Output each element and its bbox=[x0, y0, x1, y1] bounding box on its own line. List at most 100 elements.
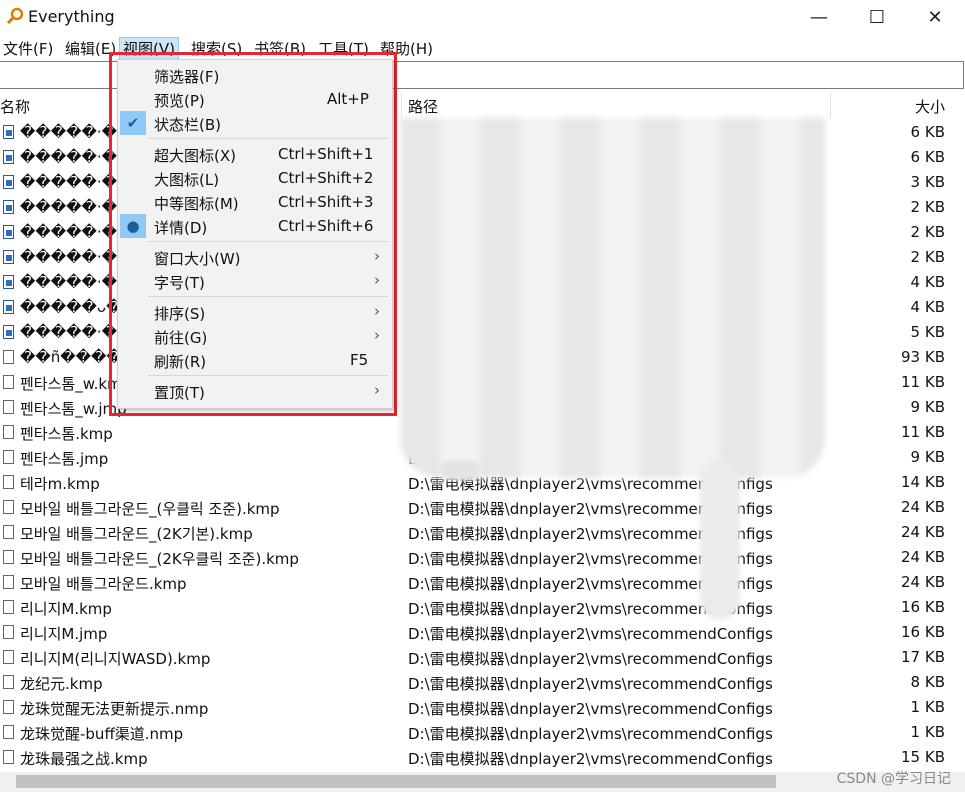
file-icon bbox=[3, 725, 14, 739]
horizontal-scrollbar[interactable] bbox=[0, 772, 965, 792]
menu-item[interactable]: 文件(F) bbox=[0, 38, 56, 60]
file-size: 24 KB bbox=[901, 498, 945, 516]
image-file-icon bbox=[3, 300, 14, 314]
table-row[interactable]: 리니지M.kmp D:\雷电模拟器\dnplayer2\vms\recommend… bbox=[0, 595, 965, 620]
view-menu-item-label: 中等图标(M) bbox=[154, 195, 239, 213]
view-menu-item[interactable]: 预览(P) Alt+P bbox=[118, 87, 392, 111]
file-size: 4 KB bbox=[910, 273, 945, 291]
maximize-button[interactable]: ☐ bbox=[848, 0, 906, 34]
view-menu-item[interactable]: 刷新(R) F5 bbox=[118, 348, 392, 372]
file-name: 모바일 배틀그라운드_(2K우클릭 조준).kmp bbox=[20, 550, 299, 568]
table-row[interactable]: 모바일 배틀그라운드_(우클릭 조준).kmp D:\雷电模拟器\dnplayer… bbox=[0, 495, 965, 520]
file-name: 龙纪元.kmp bbox=[20, 675, 103, 693]
menu-separator bbox=[148, 138, 388, 139]
file-icon bbox=[3, 425, 14, 439]
table-row[interactable]: 모바일 배틀그라운드.kmp D:\雷电模拟器\dnplayer2\vms\rec… bbox=[0, 570, 965, 595]
view-menu-item-shortcut: Ctrl+Shift+2 bbox=[278, 169, 374, 187]
file-path: D:\雷电模拟器\dnplayer2\vms\recommendConfigs bbox=[408, 725, 773, 743]
chevron-right-icon: › bbox=[374, 271, 380, 289]
file-name: 리니지M.kmp bbox=[20, 600, 112, 618]
file-icon bbox=[3, 475, 14, 489]
file-size: 24 KB bbox=[901, 548, 945, 566]
view-menu-dropdown: 筛选器(F) 预览(P) Alt+P ✔ 状态栏(B) 超大图标(X) Ctrl+Shift… bbox=[117, 59, 393, 409]
file-path: D:\雷电模拟器\dnplayer2\vms\recommendConfigs bbox=[408, 700, 773, 718]
view-menu-item[interactable]: 超大图标(X) Ctrl+Shift+1 bbox=[118, 142, 392, 166]
view-menu-item[interactable]: 窗口大小(W) › bbox=[118, 245, 392, 269]
file-size: 11 KB bbox=[901, 373, 945, 391]
file-name: 龙珠觉醒-buff渠道.nmp bbox=[20, 725, 184, 743]
view-menu-item-label: 详情(D) bbox=[154, 219, 208, 237]
view-menu-item-label: 筛选器(F) bbox=[154, 68, 220, 86]
column-header-size[interactable]: 大小 bbox=[915, 96, 945, 117]
file-size: 9 KB bbox=[910, 398, 945, 416]
view-menu-item-label: 窗口大小(W) bbox=[154, 250, 241, 268]
file-size: 11 KB bbox=[901, 423, 945, 441]
close-button[interactable]: ✕ bbox=[906, 0, 964, 34]
view-menu-item[interactable]: 字号(T) › bbox=[118, 269, 392, 293]
table-row[interactable]: 리니지M(리니지WASD).kmp D:\雷电模拟器\dnplayer2\vms\… bbox=[0, 645, 965, 670]
window-title: Everything bbox=[28, 7, 115, 26]
file-size: 9 KB bbox=[910, 448, 945, 466]
view-menu-item[interactable]: 置顶(T) › bbox=[118, 379, 392, 403]
view-menu-item[interactable]: 筛选器(F) bbox=[118, 63, 392, 87]
magnifier-app-icon bbox=[6, 7, 24, 25]
file-icon bbox=[3, 500, 14, 514]
view-menu-item[interactable]: 中等图标(M) Ctrl+Shift+3 bbox=[118, 190, 392, 214]
file-name: 리니지M(리니지WASD).kmp bbox=[20, 650, 211, 668]
view-menu-item[interactable]: ✔ 状态栏(B) bbox=[118, 111, 392, 135]
file-size: 1 KB bbox=[910, 723, 945, 741]
view-menu-item[interactable]: 前往(G) › bbox=[118, 324, 392, 348]
chevron-right-icon: › bbox=[374, 326, 380, 344]
scrollbar-thumb[interactable] bbox=[16, 775, 776, 788]
view-menu-item-shortcut: Ctrl+Shift+3 bbox=[278, 193, 374, 211]
table-row[interactable]: 龙珠最强之战.kmp D:\雷电模拟器\dnplayer2\vms\recomme… bbox=[0, 745, 965, 770]
table-row[interactable]: 모바일 배틀그라운드_(2K우클릭 조준).kmp D:\雷电模拟器\dnplay… bbox=[0, 545, 965, 570]
file-size: 16 KB bbox=[901, 598, 945, 616]
column-header-name[interactable]: 名称 bbox=[0, 96, 30, 117]
file-name: 펜타스톰.jmp bbox=[20, 450, 109, 468]
file-icon bbox=[3, 625, 14, 639]
file-icon bbox=[3, 600, 14, 614]
menu-separator bbox=[148, 375, 388, 376]
file-name: 펜타스톰.kmp bbox=[20, 425, 113, 443]
image-file-icon bbox=[3, 325, 14, 339]
column-header-path[interactable]: 路径 bbox=[408, 96, 438, 117]
table-row[interactable]: 모바일 배틀그라운드_(2K기본).kmp D:\雷电模拟器\dnplayer2\… bbox=[0, 520, 965, 545]
file-icon bbox=[3, 400, 14, 414]
file-icon bbox=[3, 650, 14, 664]
view-menu-item-label: 超大图标(X) bbox=[154, 147, 236, 165]
file-size: 24 KB bbox=[901, 523, 945, 541]
file-icon bbox=[3, 375, 14, 389]
table-row[interactable]: 龙珠觉醒-buff渠道.nmp D:\雷电模拟器\dnplayer2\vms\re… bbox=[0, 720, 965, 745]
minimize-button[interactable]: — bbox=[790, 0, 848, 34]
view-menu-item-label: 字号(T) bbox=[154, 274, 205, 292]
checkmark-icon: ✔ bbox=[120, 111, 146, 135]
file-icon bbox=[3, 550, 14, 564]
table-row[interactable]: 龙纪元.kmp D:\雷电模拟器\dnplayer2\vms\recommendC… bbox=[0, 670, 965, 695]
view-menu-item[interactable]: 大图标(L) Ctrl+Shift+2 bbox=[118, 166, 392, 190]
view-menu-item-label: 状态栏(B) bbox=[154, 116, 221, 134]
file-size: 15 KB bbox=[901, 748, 945, 766]
view-menu-item[interactable]: ● 详情(D) Ctrl+Shift+6 bbox=[118, 214, 392, 238]
file-size: 6 KB bbox=[910, 123, 945, 141]
file-size: 4 KB bbox=[910, 298, 945, 316]
view-menu-item-shortcut: Ctrl+Shift+6 bbox=[278, 217, 374, 235]
view-menu-item-shortcut: Alt+P bbox=[327, 90, 369, 108]
file-icon bbox=[3, 675, 14, 689]
file-name: 모바일 배틀그라운드_(2K기본).kmp bbox=[20, 525, 253, 543]
view-menu-item-label: 刷新(R) bbox=[154, 353, 207, 371]
radio-dot-icon: ● bbox=[120, 214, 146, 238]
image-file-icon bbox=[3, 175, 14, 189]
view-menu-item-label: 大图标(L) bbox=[154, 171, 220, 189]
title-bar: Everything — ☐ ✕ bbox=[0, 0, 965, 34]
column-separator[interactable] bbox=[830, 91, 831, 119]
image-file-icon bbox=[3, 150, 14, 164]
file-name: 모바일 배틀그라운드.kmp bbox=[20, 575, 187, 593]
blurred-region bbox=[440, 460, 480, 480]
column-separator[interactable] bbox=[401, 91, 402, 119]
view-menu-item[interactable]: 排序(S) › bbox=[118, 300, 392, 324]
file-size: 1 KB bbox=[910, 698, 945, 716]
table-row[interactable]: 리니지M.jmp D:\雷电模拟器\dnplayer2\vms\recommend… bbox=[0, 620, 965, 645]
table-row[interactable]: 龙珠觉醒无法更新提示.nmp D:\雷电模拟器\dnplayer2\vms\rec… bbox=[0, 695, 965, 720]
image-file-icon bbox=[3, 275, 14, 289]
